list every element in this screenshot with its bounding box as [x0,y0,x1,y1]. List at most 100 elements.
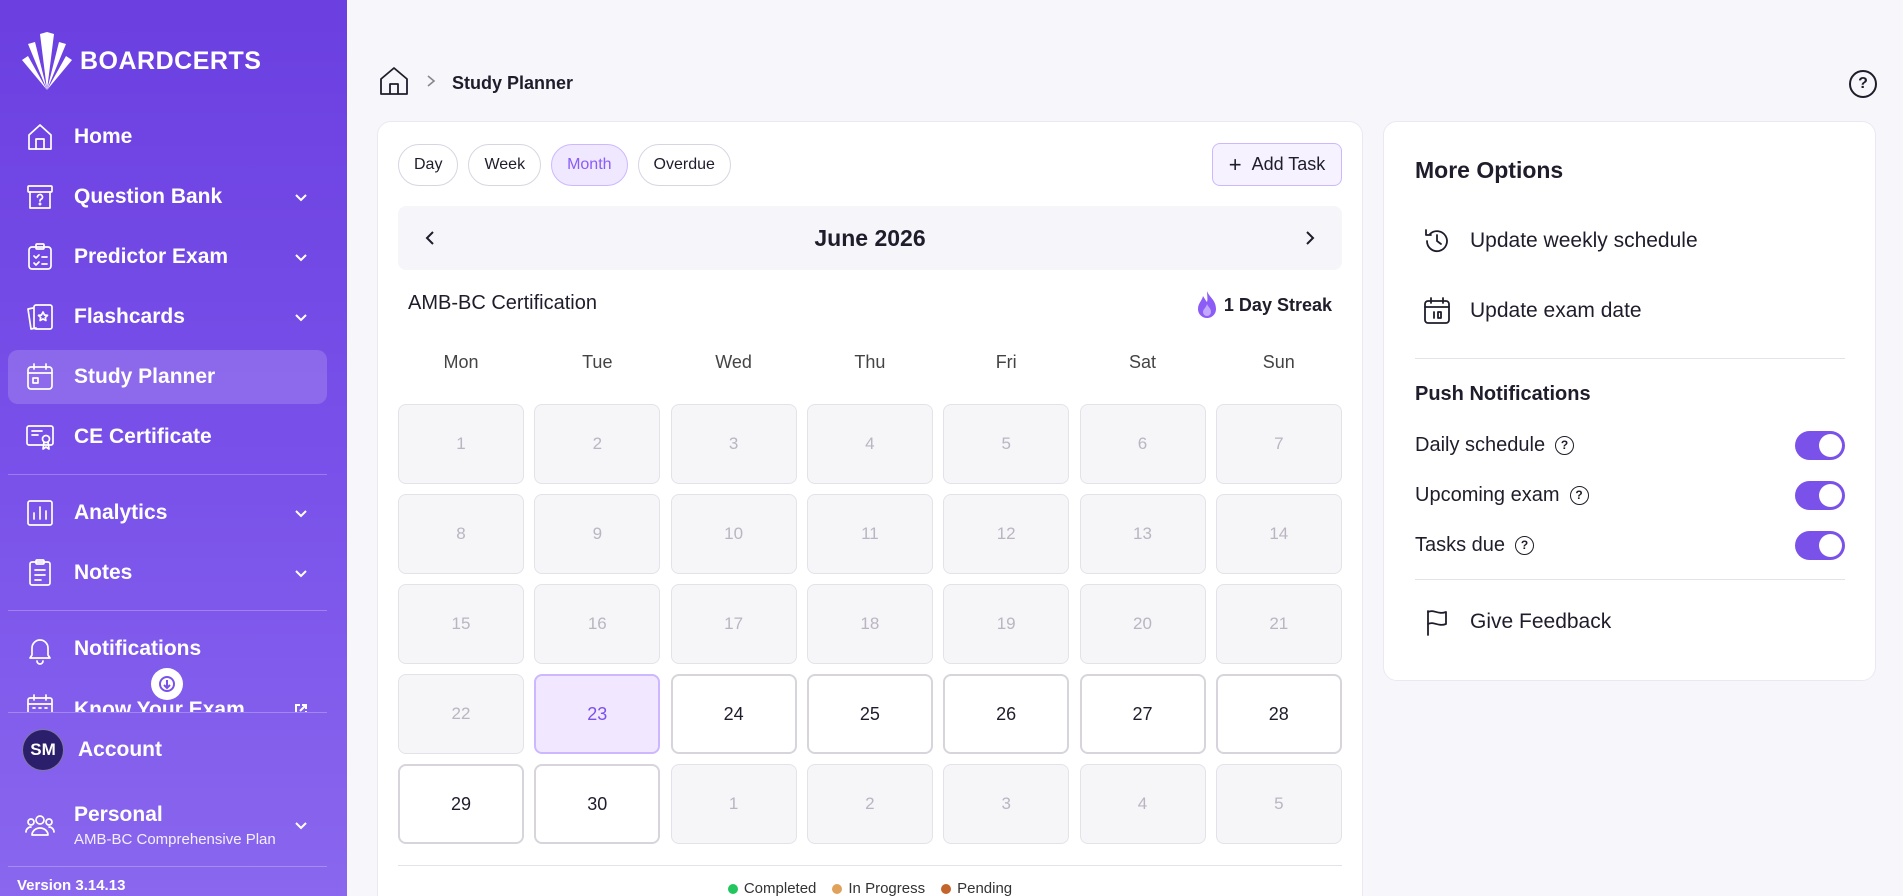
plan-selector[interactable]: Personal AMB-BC Comprehensive Plan [8,795,327,855]
add-task-button[interactable]: + Add Task [1212,143,1342,186]
tab-day[interactable]: Day [398,144,459,186]
calendar-day[interactable]: 4 [1079,764,1206,844]
sidebar-item-ce-certificate[interactable]: CE Certificate [8,410,327,464]
calendar-day[interactable]: 14 [1215,494,1342,574]
calendar-date-icon [1424,297,1450,324]
app-version: Version 3.14.13 [17,877,126,894]
breadcrumb-current: Study Planner [452,73,574,93]
home-icon [22,119,58,155]
calendar-day[interactable]: 13 [1079,494,1206,574]
calendar-day[interactable]: 3 [670,404,797,484]
breadcrumb-home-button[interactable] [377,64,411,98]
question-bank-icon [22,179,58,215]
legend-pending: Pending [941,880,1012,896]
sidebar-item-label: Home [74,125,133,148]
sidebar-item-label: Predictor Exam [74,245,229,268]
chevron-down-icon[interactable] [289,561,313,585]
calendar-day[interactable]: 5 [1215,764,1342,844]
sidebar-item-predictor-exam[interactable]: Predictor Exam [8,230,327,284]
calendar-day[interactable]: 27 [1079,674,1206,754]
calendar-day[interactable]: 17 [670,584,797,664]
scroll-down-button[interactable] [151,668,183,700]
sidebar-item-question-bank[interactable]: Question Bank [8,170,327,224]
tab-overdue[interactable]: Overdue [637,144,731,186]
calendar-day[interactable]: 21 [1215,584,1342,664]
sidebar-item-study-planner[interactable]: Study Planner [8,350,327,404]
chevron-right-icon [425,74,437,88]
calendar-day[interactable]: 24 [670,674,797,754]
tasks-due-toggle[interactable] [1795,530,1845,560]
external-link-icon [289,698,313,712]
daily-schedule-toggle[interactable] [1795,430,1845,460]
calendar-day[interactable]: 29 [398,764,524,844]
calendar-day[interactable]: 4 [806,404,933,484]
boardcerts-logo-icon [22,32,72,90]
calendar-day[interactable]: 16 [534,584,661,664]
chevron-right-icon [1306,231,1315,245]
weekday-fri: Fri [995,352,1017,372]
legend-dot [941,883,952,894]
sidebar-item-label: CE Certificate [74,425,212,448]
calendar-day[interactable]: 2 [534,404,661,484]
calendar-day[interactable]: 18 [806,584,933,664]
sidebar-item-flashcards[interactable]: Flashcards [8,290,327,344]
sidebar-divider [8,866,327,867]
chevron-down-icon[interactable] [289,305,313,329]
calendar-day[interactable]: 8 [398,494,524,574]
weekday-tue: Tue [582,352,613,372]
calendar-day[interactable]: 25 [806,674,933,754]
help-icon[interactable]: ? [1569,485,1589,505]
calendar-day[interactable]: 2 [806,764,933,844]
calendar-day[interactable]: 9 [534,494,661,574]
chevron-down-icon[interactable] [289,813,313,837]
push-notifications-title: Push Notifications [1415,383,1591,405]
chevron-down-icon[interactable] [289,245,313,269]
help-icon[interactable]: ? [1555,435,1575,455]
calendar-day[interactable]: 19 [943,584,1070,664]
add-task-label: Add Task [1251,154,1326,174]
bell-icon [22,631,58,667]
calendar-day[interactable]: 1 [398,404,524,484]
calendar-day[interactable]: 22 [398,674,524,754]
give-feedback-button[interactable]: Give Feedback [1422,607,1611,637]
flame-icon [1197,291,1216,318]
calendar-day[interactable]: 1 [670,764,797,844]
sidebar-item-label: Notes [74,561,133,584]
upcoming-exam-toggle[interactable] [1795,480,1845,510]
arrow-down-icon [159,676,175,692]
help-icon[interactable]: ? [1849,70,1877,98]
calendar-day[interactable]: 3 [943,764,1070,844]
brand-logo[interactable]: BOARDCERTS [18,30,261,92]
certification-title: AMB-BC Certification [408,292,597,314]
calendar-day[interactable]: 20 [1079,584,1206,664]
update-exam-date-button[interactable]: Update exam date [1422,296,1642,326]
tab-week[interactable]: Week [468,144,542,186]
chevron-down-icon[interactable] [289,501,313,525]
weekday-header: Mon Tue Wed Thu Fri Sat Sun [398,352,1342,382]
sidebar-item-home[interactable]: Home [8,110,327,164]
calendar-day[interactable]: 11 [806,494,933,574]
tab-month[interactable]: Month [551,144,628,186]
chevron-down-icon[interactable] [289,185,313,209]
calendar-day[interactable]: 7 [1215,404,1342,484]
calendar-day[interactable]: 26 [943,674,1070,754]
calendar-day[interactable]: 12 [943,494,1070,574]
calendar-day[interactable]: 28 [1215,674,1342,754]
next-month-button[interactable] [1298,226,1322,250]
sidebar-item-analytics[interactable]: Analytics [8,486,327,540]
sidebar-item-label: Study Planner [74,365,216,388]
help-icon[interactable]: ? [1515,535,1535,555]
calendar-day-today[interactable]: 23 [534,674,661,754]
sidebar-item-label: Question Bank [74,185,223,208]
sidebar-item-notes[interactable]: Notes [8,546,327,600]
push-item-label: Tasks due [1415,533,1506,556]
calendar-day[interactable]: 10 [670,494,797,574]
account-button[interactable]: SM Account [8,723,327,777]
weekday-wed: Wed [715,352,752,372]
calendar-day[interactable]: 5 [943,404,1070,484]
calendar-day[interactable]: 6 [1079,404,1206,484]
update-weekly-schedule-button[interactable]: Update weekly schedule [1422,226,1698,256]
calendar-day[interactable]: 30 [534,764,661,844]
calendar-day[interactable]: 15 [398,584,524,664]
view-tabs: Day Week Month Overdue [398,144,731,186]
